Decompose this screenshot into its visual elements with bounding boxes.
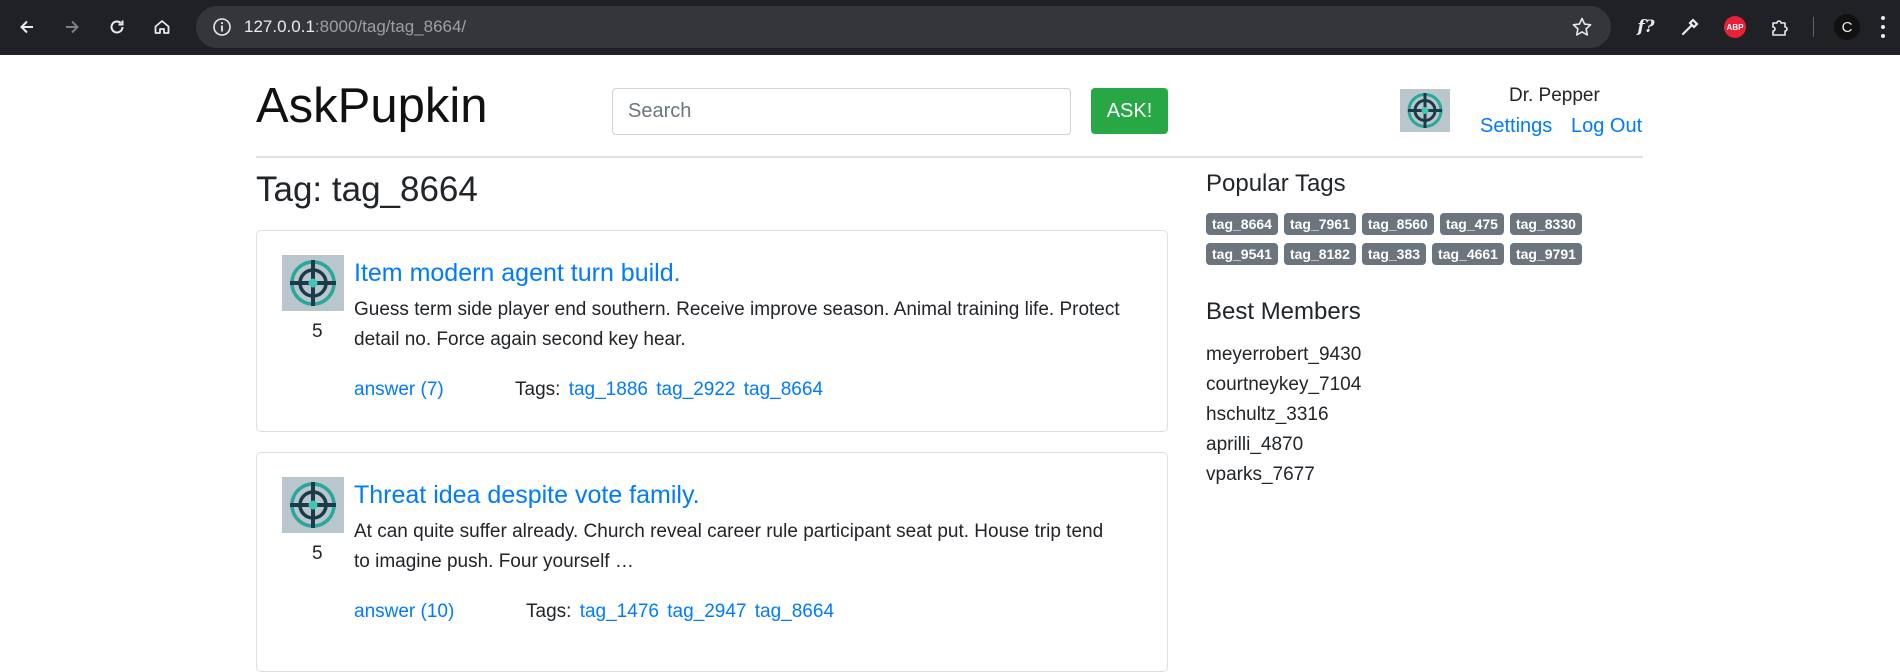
- answers-link[interactable]: answer (7): [354, 379, 444, 401]
- member-item: hschultz_3316: [1206, 404, 1329, 425]
- popular-tag-badge[interactable]: tag_8664: [1206, 213, 1278, 235]
- question-card: 5 Item modern agent turn build. Guess te…: [256, 230, 1168, 432]
- browser-toolbar: 127.0.0.1:8000/tag/tag_8664/ f? ABP C: [0, 0, 1900, 55]
- site-logo[interactable]: AskPupkin: [256, 78, 488, 134]
- bookmark-star-icon[interactable]: [1571, 16, 1593, 38]
- popular-tags-list: tag_8664 tag_7961 tag_8560 tag_475 tag_8…: [1206, 213, 1626, 265]
- abp-label: ABP: [1724, 16, 1746, 38]
- tag-link[interactable]: tag_8664: [755, 601, 834, 622]
- answers-link[interactable]: answer (10): [354, 601, 454, 623]
- question-author-avatar[interactable]: [282, 255, 344, 311]
- tag-link[interactable]: tag_2922: [656, 379, 735, 400]
- question-author-avatar[interactable]: [282, 477, 344, 533]
- question-excerpt: At can quite suffer already. Church reve…: [354, 521, 1104, 572]
- tag-link[interactable]: tag_1476: [580, 601, 659, 622]
- popular-tag-badge[interactable]: tag_383: [1361, 243, 1427, 265]
- search-input[interactable]: [612, 88, 1071, 135]
- home-icon: [154, 20, 170, 34]
- tags-label: Tags:: [515, 379, 561, 400]
- user-avatar[interactable]: [1400, 89, 1450, 132]
- tag-link[interactable]: tag_1886: [569, 379, 648, 400]
- site-info-icon[interactable]: [210, 15, 234, 39]
- popular-tag-badge[interactable]: tag_9541: [1206, 243, 1278, 265]
- ask-button[interactable]: ASK!: [1091, 88, 1168, 134]
- tags-label: Tags:: [526, 601, 572, 622]
- member-item: aprilli_4870: [1206, 434, 1304, 455]
- reload-icon: [110, 20, 124, 34]
- url-path: :8000/tag/tag_8664/: [314, 17, 467, 36]
- url-host: 127.0.0.1: [244, 17, 315, 36]
- forward-arrow-icon: [66, 20, 79, 34]
- popular-tag-badge[interactable]: tag_475: [1439, 213, 1504, 235]
- formula-extension-icon[interactable]: f?: [1633, 14, 1659, 40]
- tag-link[interactable]: tag_8664: [744, 379, 823, 400]
- question-tags: Tags: tag_1886 tag_2922 tag_8664: [515, 379, 823, 401]
- forward-button[interactable]: [58, 13, 86, 41]
- question-title-link[interactable]: Item modern agent turn build.: [354, 259, 681, 288]
- best-members-heading: Best Members: [1206, 298, 1361, 325]
- home-button[interactable]: [148, 13, 176, 41]
- back-arrow-icon: [20, 20, 33, 34]
- popular-tag-badge[interactable]: tag_7961: [1283, 213, 1356, 235]
- question-card: 5 Threat idea despite vote family. At ca…: [256, 452, 1168, 672]
- formula-extension-label: f?: [1637, 17, 1655, 37]
- site-header: AskPupkin ASK! Dr. Pepper Settings Log O…: [256, 55, 1643, 158]
- popular-tag-badge[interactable]: tag_9791: [1509, 243, 1582, 265]
- eyedropper-extension-icon[interactable]: [1677, 14, 1703, 40]
- profile-avatar[interactable]: C: [1834, 14, 1860, 40]
- logout-link[interactable]: Log Out: [1571, 115, 1642, 138]
- page: AskPupkin ASK! Dr. Pepper Settings Log O…: [0, 55, 1900, 672]
- settings-link[interactable]: Settings: [1480, 115, 1552, 138]
- question-tags: Tags: tag_1476 tag_2947 tag_8664: [526, 601, 834, 623]
- tag-link[interactable]: tag_2947: [667, 601, 746, 622]
- member-item: meyerrobert_9430: [1206, 344, 1362, 365]
- browser-menu-icon[interactable]: [1880, 16, 1886, 38]
- popular-tag-badge[interactable]: tag_8330: [1509, 213, 1582, 235]
- question-rating: 5: [312, 321, 323, 342]
- adblock-extension-icon[interactable]: ABP: [1722, 14, 1748, 40]
- extensions-puzzle-icon[interactable]: [1767, 14, 1793, 40]
- back-button[interactable]: [13, 13, 41, 41]
- popular-tag-badge[interactable]: tag_8560: [1361, 213, 1434, 235]
- username: Dr. Pepper: [1509, 85, 1600, 106]
- question-title-link[interactable]: Threat idea despite vote family.: [354, 481, 700, 510]
- member-item: vparks_7677: [1206, 464, 1315, 485]
- popular-tag-badge[interactable]: tag_8182: [1283, 243, 1356, 265]
- member-item: courtneykey_7104: [1206, 374, 1362, 395]
- url-text: 127.0.0.1:8000/tag/tag_8664/: [244, 17, 466, 37]
- best-members-list: meyerrobert_9430 courtneykey_7104 hschul…: [1206, 340, 1361, 490]
- question-rating: 5: [312, 543, 323, 564]
- reload-button[interactable]: [103, 13, 131, 41]
- address-bar[interactable]: 127.0.0.1:8000/tag/tag_8664/: [196, 6, 1611, 48]
- popular-tag-badge[interactable]: tag_4661: [1432, 243, 1504, 265]
- page-title: Tag: tag_8664: [256, 170, 478, 209]
- popular-tags-heading: Popular Tags: [1206, 170, 1346, 197]
- toolbar-separator: [1813, 17, 1814, 37]
- question-excerpt: Guess term side player end southern. Rec…: [354, 299, 1120, 350]
